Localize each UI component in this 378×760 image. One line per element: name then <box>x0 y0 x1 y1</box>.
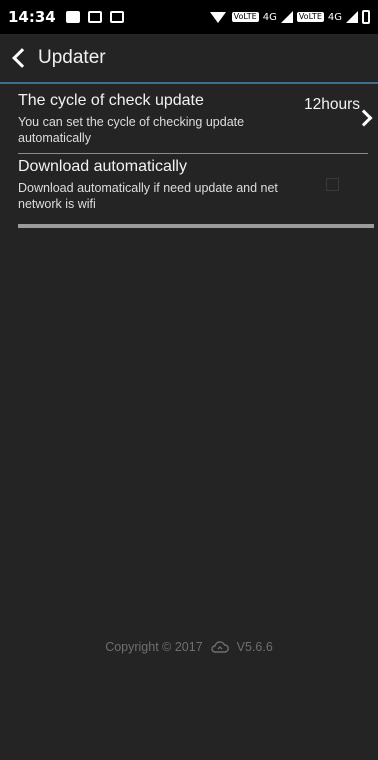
image-notification-icon <box>65 11 80 23</box>
footer: Copyright © 2017 V5.6.6 <box>0 640 378 654</box>
status-time: 14:34 <box>8 8 56 26</box>
volte-badge-2: VoLTE <box>296 12 324 22</box>
battery-icon <box>362 10 370 24</box>
status-bar: 14:34 VoLTE 4G VoLTE 4G <box>0 0 378 34</box>
signal-icon-2 <box>346 11 358 23</box>
message-notification-icon <box>87 11 102 23</box>
check-cycle-setting[interactable]: The cycle of check update You can set th… <box>18 84 373 154</box>
app-bar: Updater <box>0 34 378 84</box>
calendar-notification-icon <box>109 11 124 23</box>
check-cycle-title: The cycle of check update <box>18 92 204 109</box>
check-cycle-description: You can set the cycle of checking update… <box>18 115 245 145</box>
settings-list: The cycle of check update You can set th… <box>0 84 378 760</box>
status-indicators: VoLTE 4G VoLTE 4G <box>209 10 370 24</box>
network-type-2: 4G <box>327 11 342 23</box>
cloud-sync-icon <box>211 641 229 653</box>
back-button[interactable] <box>0 33 36 83</box>
copyright-text: Copyright © 2017 <box>105 640 203 654</box>
check-cycle-value: 12hours <box>304 96 361 113</box>
back-arrow-icon <box>12 48 32 68</box>
auto-download-description: Download automatically if need update an… <box>18 181 278 211</box>
network-type-1: 4G <box>262 11 277 23</box>
volte-badge-1: VoLTE <box>231 12 259 22</box>
signal-icon-1 <box>280 11 293 23</box>
version-text: V5.6.6 <box>236 640 273 654</box>
wifi-icon <box>209 11 226 23</box>
list-divider <box>18 224 374 228</box>
auto-download-title: Download automatically <box>18 158 187 175</box>
page-title: Updater <box>38 47 106 68</box>
auto-download-setting[interactable]: Download automatically Download automati… <box>18 154 368 227</box>
auto-download-checkbox[interactable] <box>326 178 339 191</box>
